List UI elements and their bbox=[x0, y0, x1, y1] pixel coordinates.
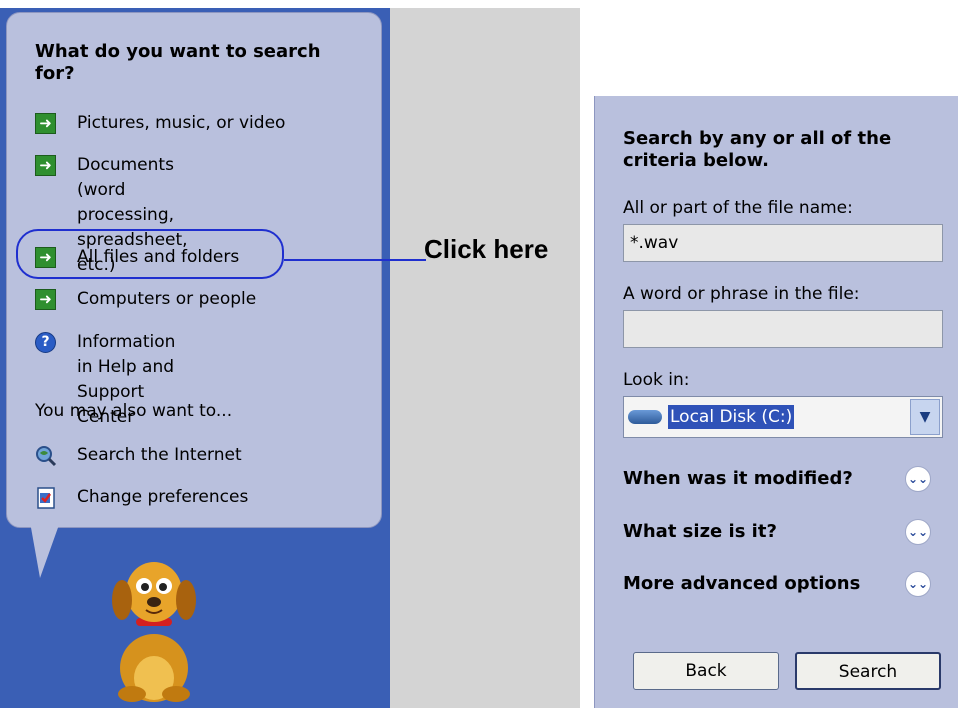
look-in-label: Look in: bbox=[623, 370, 690, 390]
filename-label: All or part of the file name: bbox=[623, 198, 853, 218]
green-arrow-icon: ➜ bbox=[35, 289, 56, 310]
filename-input[interactable]: *.wav bbox=[623, 224, 943, 262]
help-icon: ? bbox=[35, 332, 56, 353]
bubble-tail bbox=[30, 522, 60, 578]
search-button[interactable]: Search bbox=[795, 652, 941, 690]
click-here-callout: Click here bbox=[424, 234, 549, 264]
hard-drive-icon bbox=[628, 410, 662, 424]
look-in-dropdown[interactable]: Local Disk (C:) ▼ bbox=[623, 396, 943, 438]
expand-modified-icon[interactable]: ⌄⌄ bbox=[905, 466, 931, 492]
phrase-label: A word or phrase in the file: bbox=[623, 284, 860, 304]
criteria-title: Search by any or all of the criteria bel… bbox=[623, 128, 892, 171]
highlight-oval bbox=[16, 229, 284, 279]
search-criteria-pane: Search by any or all of the criteria bel… bbox=[594, 96, 958, 708]
green-arrow-icon: ➜ bbox=[35, 155, 56, 176]
section-size[interactable]: What size is it? bbox=[623, 521, 777, 542]
green-arrow-icon: ➜ bbox=[35, 113, 56, 134]
back-button[interactable]: Back bbox=[633, 652, 779, 690]
chevron-down-icon[interactable]: ▼ bbox=[910, 399, 940, 435]
expand-size-icon[interactable]: ⌄⌄ bbox=[905, 519, 931, 545]
background-area bbox=[390, 8, 580, 708]
search-dog-icon[interactable] bbox=[94, 556, 214, 706]
section-modified[interactable]: When was it modified? bbox=[623, 468, 853, 489]
phrase-input[interactable] bbox=[623, 310, 943, 348]
search-internet-icon bbox=[35, 445, 57, 467]
preferences-icon bbox=[35, 487, 56, 509]
section-advanced-options[interactable]: More advanced options bbox=[623, 573, 860, 594]
bubble-title: What do you want to search for? bbox=[35, 41, 321, 84]
expand-advanced-icon[interactable]: ⌄⌄ bbox=[905, 571, 931, 597]
look-in-selected-value: Local Disk (C:) bbox=[668, 405, 795, 429]
callout-line bbox=[284, 259, 426, 261]
